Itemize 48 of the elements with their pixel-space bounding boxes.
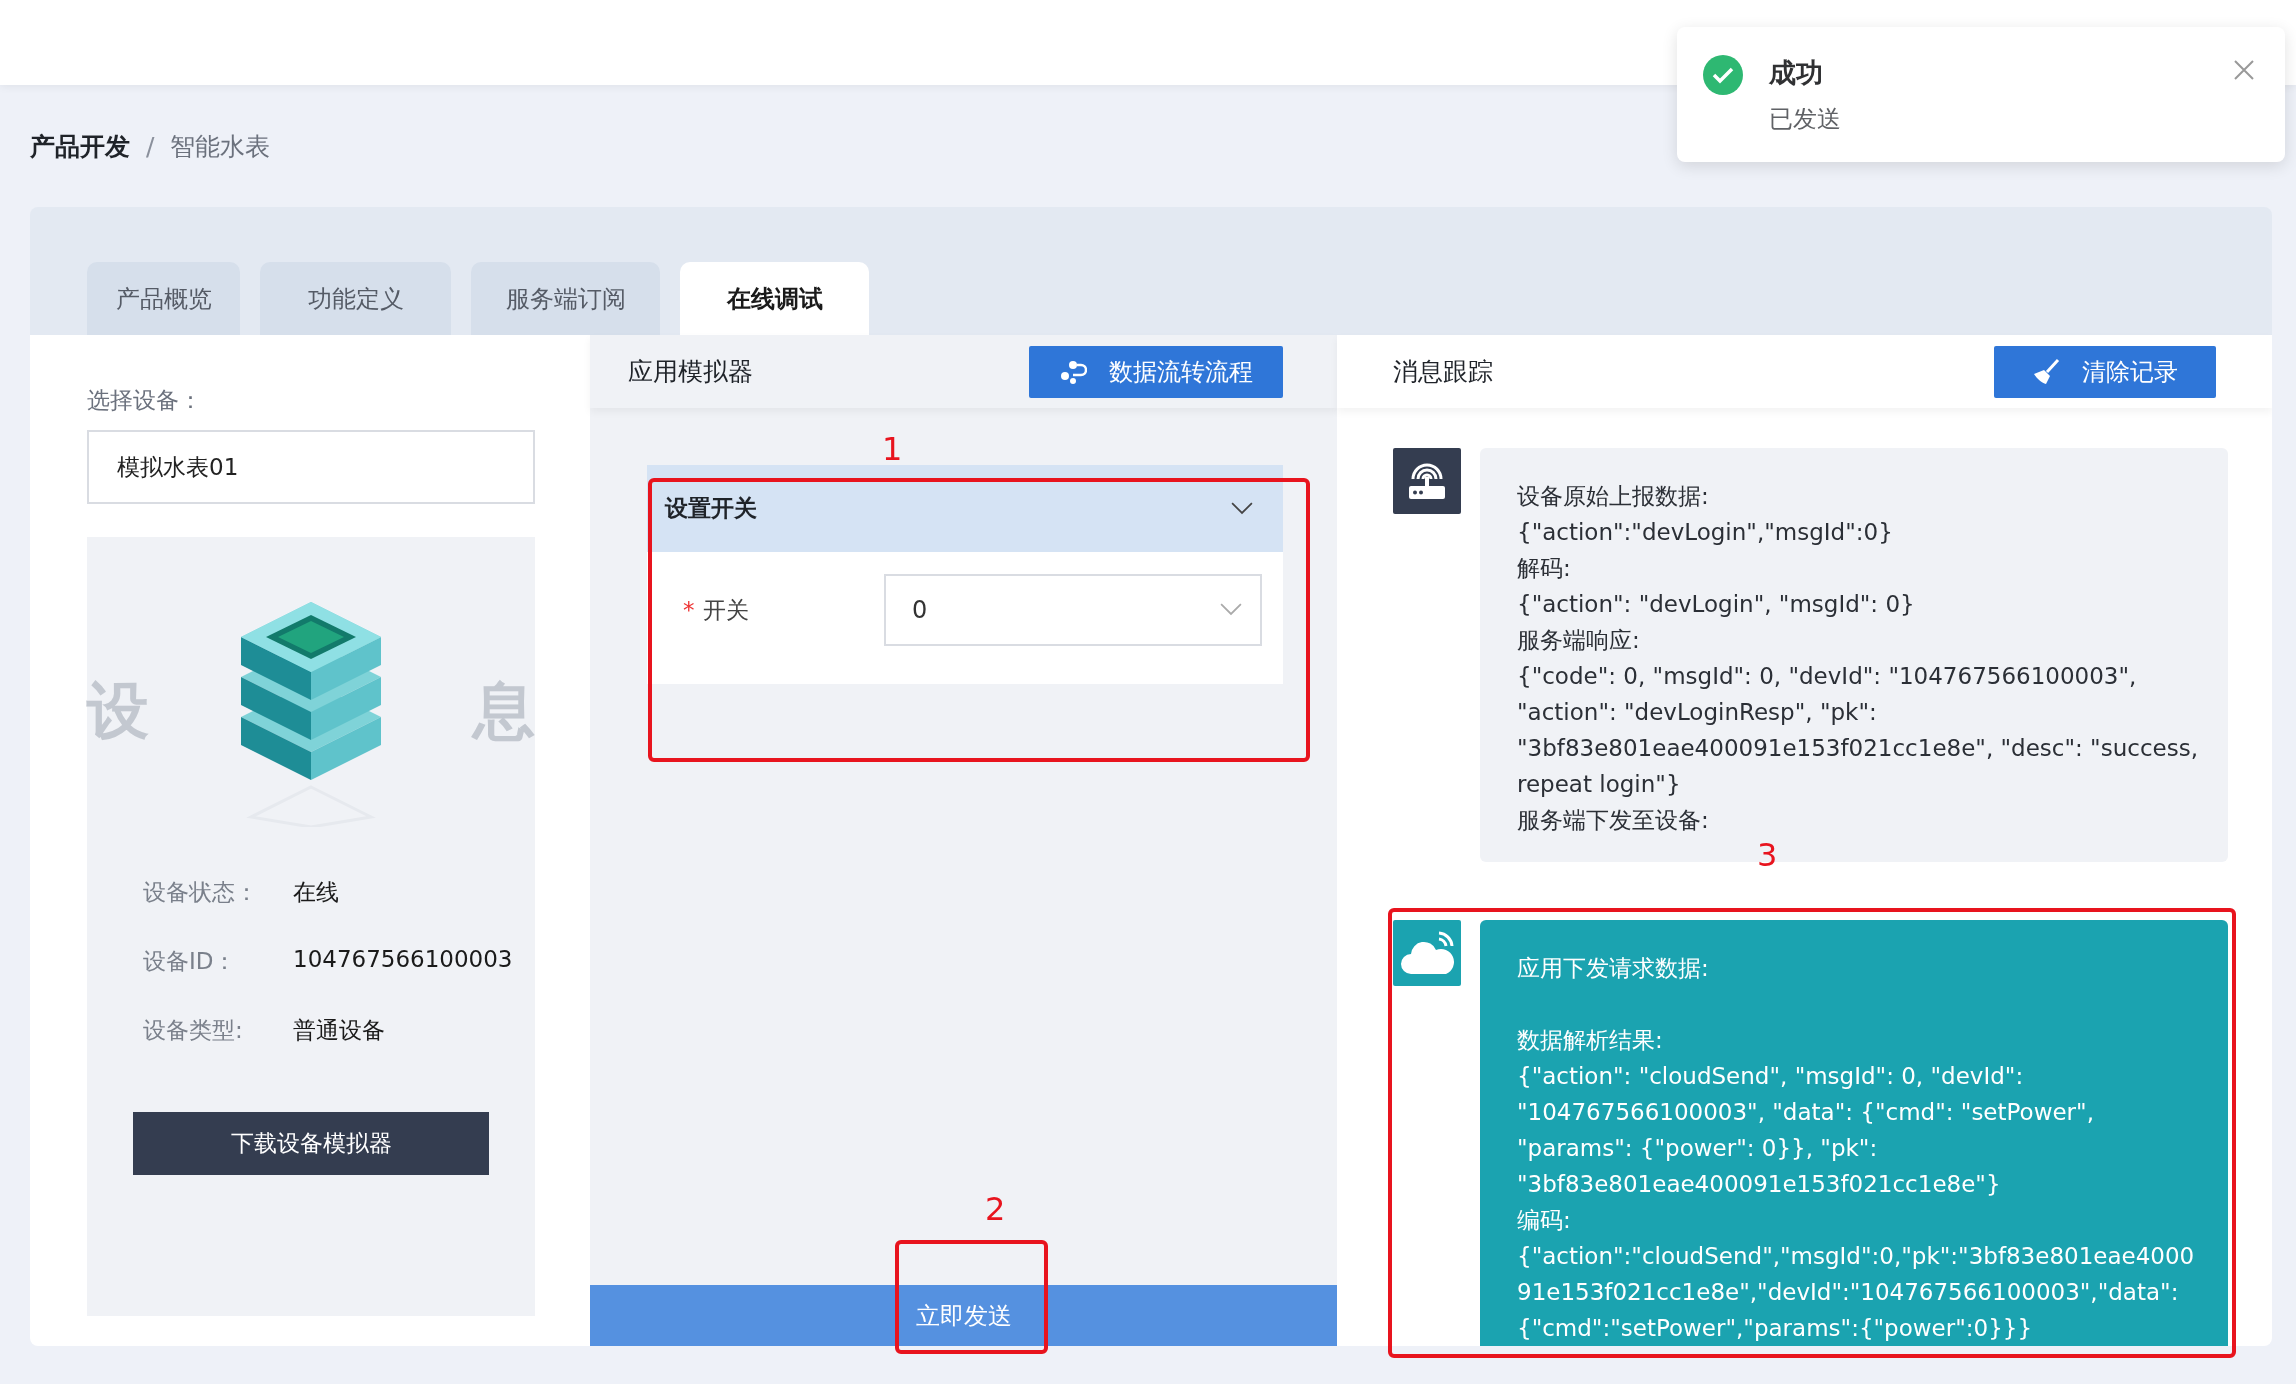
tab[interactable]: 在线调试 <box>680 262 869 335</box>
message-line: {"action":"cloudSend","msgId":0,"pk":"3bf83e801eae400091e153f021cc1e8e","devId":"104767566100003","data":{"cmd":"setPower","params":{"power":0}}} <box>1517 1242 2196 1343</box>
message-line: 数据解析结果: <box>1517 1026 1664 1055</box>
message-line: 服务端响应: <box>1517 626 1641 655</box>
message-line: {"action": "cloudSend", "msgId": 0, "devId": "104767566100003", "data": {"cmd": "setPower", "params": {"power": 0}}, "pk": "3bf83e801eae400091e153f021cc1e8e"} <box>1517 1062 2095 1199</box>
tab[interactable]: 服务端订阅 <box>471 262 660 335</box>
flow-button[interactable]: 数据流转流程 <box>1029 345 1283 398</box>
message-line: {"action":"devLogin","msgId":0} <box>1517 518 1894 547</box>
annotation-number: 2 <box>985 1190 1006 1228</box>
collapse-header[interactable]: 设置开关 <box>647 465 1283 552</box>
switch-select[interactable]: 0 <box>884 574 1262 646</box>
annotation-number: 1 <box>882 430 903 468</box>
breadcrumb-separator: / <box>146 131 155 161</box>
tab[interactable]: 产品概览 <box>87 262 240 335</box>
info-label: 设备类型: <box>143 1016 244 1045</box>
breadcrumb-link[interactable]: 产品开发 <box>30 129 130 163</box>
info-value: 在线 <box>293 878 340 907</box>
message-line: 解码: <box>1517 554 1572 583</box>
required-mark: * <box>683 597 695 623</box>
info-label: 设备状态： <box>143 878 259 907</box>
toast-message: 已发送 <box>1769 104 1842 135</box>
message-line: 服务端下发至设备: <box>1517 806 1710 835</box>
message-line: {"action": "devLogin", "msgId": 0} <box>1517 590 1916 619</box>
chevron-down-icon <box>1231 501 1253 516</box>
message-line: 编码: <box>1517 1206 1572 1235</box>
success-check-icon <box>1703 55 1743 95</box>
info-label: 设备ID： <box>143 947 238 976</box>
message-line: 应用下发请求数据: <box>1517 954 1710 983</box>
message-line: 设备原始上报数据: <box>1517 482 1710 511</box>
chevron-down-icon <box>1220 603 1242 617</box>
breadcrumb-current: 智能水表 <box>170 130 271 163</box>
info-value: 普通设备 <box>293 1016 386 1045</box>
panel-title: 消息跟踪 <box>1393 356 1493 388</box>
tab[interactable]: 功能定义 <box>260 262 451 335</box>
download-button[interactable]: 下载设备模拟器 <box>133 1112 489 1175</box>
flow-icon <box>1059 358 1087 385</box>
message-line: {"code": 0, "msgId": 0, "devId": "104767566100003", "action": "devLoginResp", "pk": "3bf83e801eae400091e153f021cc1e8e", "desc": "success, repeat login"} <box>1517 662 2198 799</box>
info-value: 104767566100003 <box>293 946 514 974</box>
annotation-number: 3 <box>1757 836 1778 874</box>
cloud-signal-icon <box>1399 930 1455 976</box>
device-field[interactable]: 模拟水表01 <box>87 430 535 504</box>
close-icon <box>2233 59 2255 81</box>
panel-title: 应用模拟器 <box>628 356 753 388</box>
broom-icon <box>2032 357 2060 386</box>
field-label: 选择设备： <box>87 386 203 415</box>
clear-button[interactable]: 清除记录 <box>1994 345 2216 398</box>
toast-title: 成功 <box>1769 56 1824 90</box>
form-label: 开关 <box>702 595 749 625</box>
